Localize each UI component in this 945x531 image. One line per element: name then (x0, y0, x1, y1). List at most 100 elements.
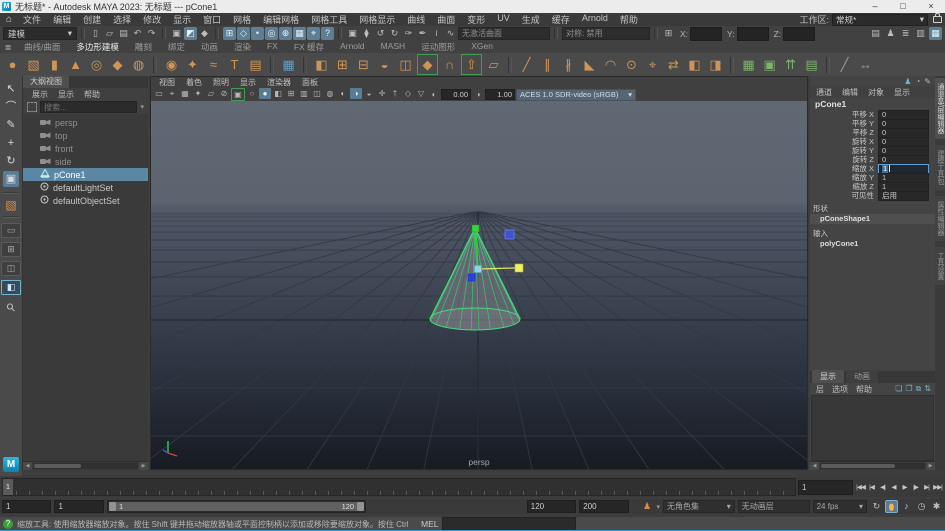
gamma-field[interactable]: 1.00 (485, 89, 515, 100)
menu-item[interactable]: 编辑网格 (257, 13, 305, 26)
maximize-button[interactable]: □ (889, 0, 917, 13)
range-end-handle[interactable] (357, 502, 365, 511)
fps-dropdown[interactable]: 24 fps ▾ (812, 500, 867, 513)
range-slider[interactable]: 1 120 (106, 500, 367, 513)
scale-tool[interactable]: ▣ (3, 171, 19, 187)
shaded-icon[interactable]: ● (259, 88, 271, 99)
animation-prefs-icon[interactable]: ✱ (930, 500, 943, 513)
range-start-handle[interactable] (108, 502, 116, 511)
shelf-menu-icon[interactable]: ≣ (0, 43, 16, 52)
menu-item[interactable]: 网格工具 (305, 13, 353, 26)
layout-four-pane[interactable]: ⊞ (1, 242, 21, 257)
poly-cylinder-icon[interactable]: ▮ (45, 55, 64, 74)
home-icon[interactable]: ⌂ (6, 14, 12, 25)
animation-start-field[interactable]: 1 (2, 500, 52, 513)
go-to-start-button[interactable]: |◀◀ (855, 481, 866, 494)
crease-set-icon[interactable]: ▦ (739, 55, 758, 74)
2d-pan-zoom-icon[interactable]: ⊘ (218, 88, 230, 99)
channel-menu-item[interactable]: 通道 (812, 87, 836, 98)
select-component-icon[interactable]: ◆ (198, 27, 211, 40)
menu-item[interactable]: 曲线 (401, 13, 431, 26)
channel-menu-item[interactable]: 对象 (864, 87, 888, 98)
poly-plane-icon[interactable]: ◆ (108, 55, 127, 74)
extrude-icon[interactable]: ⇧ (461, 54, 482, 75)
viewport-menu-item[interactable]: 显示 (235, 77, 261, 88)
undo-icon[interactable]: ↶ (131, 27, 144, 40)
open-scene-icon[interactable]: ▱ (103, 27, 116, 40)
append-polygon-icon[interactable]: ◣ (580, 55, 599, 74)
loop-playback-icon[interactable]: ↻ (870, 500, 883, 513)
character-controls-icon[interactable]: ♟ (884, 27, 897, 40)
camera-attributes-icon[interactable]: ▦ (179, 88, 191, 99)
shelf-tab[interactable]: XGen (463, 41, 501, 53)
insert-edge-loop-icon[interactable]: ∥ (538, 55, 557, 74)
symmetry-object-icon[interactable]: ▧ (5, 197, 16, 213)
xray-joints-icon[interactable]: ✛ (376, 88, 388, 99)
normals-icon[interactable]: ⇈ (781, 55, 800, 74)
cluster-icon[interactable]: ✒ (416, 27, 429, 40)
outliner-item-defaultlightset[interactable]: defaultLightSet (23, 181, 148, 194)
snap-together-icon[interactable]: ⌖ (307, 27, 320, 40)
channel-box-toggle-icon[interactable]: ▦ (929, 27, 942, 40)
outliner-menu-item[interactable]: 显示 (54, 89, 78, 100)
outliner-item-side[interactable]: side (23, 155, 148, 168)
menu-item[interactable]: 选择 (107, 13, 137, 26)
poly-torus-icon[interactable]: ◎ (87, 55, 106, 74)
multisample-icon[interactable]: ◐ (337, 88, 349, 99)
poly-disc-icon[interactable]: ◍ (129, 55, 148, 74)
xray-icon[interactable]: ◒ (363, 88, 375, 99)
merge-icon[interactable]: ⊙ (622, 55, 641, 74)
bookmark-icon[interactable]: ✦ (192, 88, 204, 99)
attribute-editor-toggle-icon[interactable]: ≣ (899, 27, 912, 40)
wire-icon[interactable]: ∿ (444, 27, 457, 40)
outliner-menu-item[interactable]: 帮助 (80, 89, 104, 100)
no-active-surface-field[interactable]: 无激活曲面 (458, 27, 550, 40)
y-coordinate-input[interactable] (736, 26, 769, 41)
gamma-icon[interactable]: ◑ (472, 89, 484, 100)
tab-attribute-editor[interactable]: 属性编辑器 (935, 195, 945, 241)
current-frame-marker[interactable]: 1 (3, 479, 13, 495)
viewport-canvas[interactable]: persp (151, 101, 807, 469)
current-frame-field[interactable]: 1 (798, 479, 853, 495)
outliner-item-persp[interactable]: persp (23, 116, 148, 129)
menu-item[interactable]: 修改 (137, 13, 167, 26)
layer-list[interactable] (811, 395, 934, 461)
shelf-tab[interactable]: Arnold (332, 41, 373, 53)
smooth-icon[interactable]: ◒ (375, 55, 394, 74)
shadows-icon[interactable]: ▥ (298, 88, 310, 99)
outliner-hscrollbar[interactable]: ◀ ▶ (23, 461, 148, 470)
viewport-menu-item[interactable]: 着色 (181, 77, 207, 88)
textured-icon[interactable]: ◧ (272, 88, 284, 99)
workspace-lock-icon[interactable] (933, 13, 942, 23)
lock-camera-icon[interactable]: ⌖ (166, 88, 178, 99)
command-line-input[interactable] (442, 517, 577, 531)
menu-item[interactable]: 创建 (77, 13, 107, 26)
type-tool-icon[interactable]: T (225, 55, 244, 74)
layer-menu-item[interactable]: 选项 (828, 384, 852, 395)
menu-item[interactable]: 显示 (167, 13, 197, 26)
minimize-button[interactable]: – (861, 0, 889, 13)
playback-start-field[interactable]: 1 (54, 500, 104, 513)
symmetry-field[interactable]: 对称: 禁用 (562, 27, 650, 40)
grease-pencil-icon[interactable]: ◇ (402, 88, 414, 99)
close-button[interactable]: × (917, 0, 945, 13)
channel-menu-item[interactable]: 编辑 (838, 87, 862, 98)
time-slider[interactable]: 1 (2, 478, 796, 496)
grid-toggle-icon[interactable]: ▽ (415, 88, 427, 99)
menu-item[interactable]: 网格 (227, 13, 257, 26)
step-forward-key-button[interactable]: |▶ (910, 481, 921, 494)
shelf-tab[interactable]: 多边形建模 (68, 41, 127, 53)
chevron-down-icon[interactable]: ▾ (140, 103, 144, 111)
lasso-tool[interactable]: ⌒ (3, 99, 19, 115)
soft-mod-icon[interactable]: ✑ (402, 27, 415, 40)
exposure-field[interactable]: 0.00 (441, 89, 471, 100)
colorspace-dropdown[interactable]: ACES 1.0 SDR-video (sRGB) ▾ (516, 88, 636, 101)
tab-tool-settings[interactable]: 工具设置 (935, 246, 945, 285)
wireframe-icon[interactable]: ○ (246, 88, 258, 99)
select-camera-icon[interactable]: ▭ (153, 88, 165, 99)
exposure-icon[interactable]: ◐ (428, 89, 440, 100)
viewport-menu-item[interactable]: 渲染器 (262, 77, 296, 88)
measure-icon[interactable]: ↔ (856, 55, 875, 74)
select-hierarchy-icon[interactable]: ▣ (170, 27, 183, 40)
screen-space-ao-icon[interactable]: ◫ (311, 88, 323, 99)
